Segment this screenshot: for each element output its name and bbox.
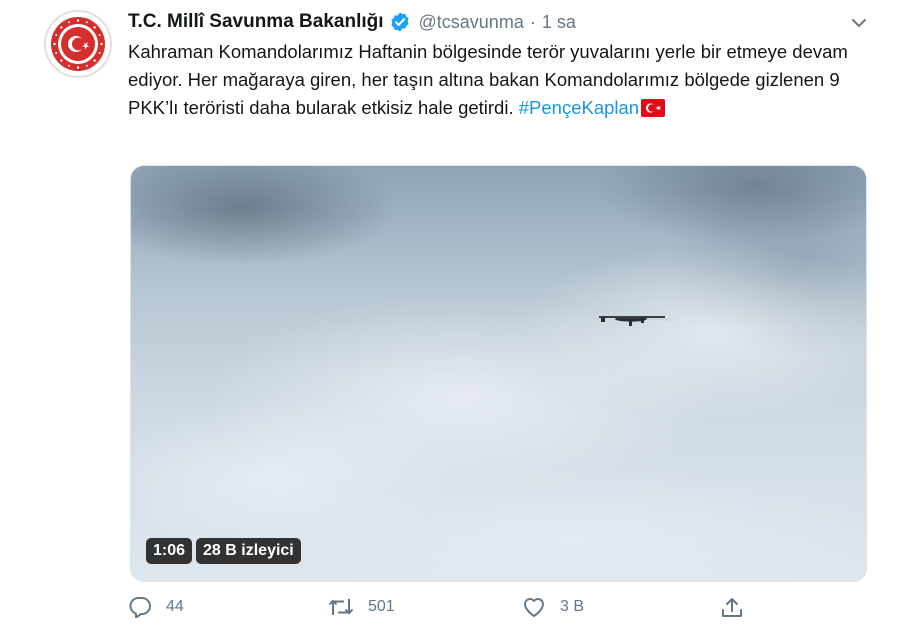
timestamp[interactable]: 1 sa	[542, 12, 576, 33]
drone-image	[593, 315, 673, 326]
chevron-down-icon[interactable]	[850, 14, 868, 37]
retweet-icon	[328, 599, 354, 615]
video-player[interactable]	[130, 165, 867, 582]
share-icon	[722, 598, 742, 617]
retweet-button[interactable]: 501	[328, 596, 395, 618]
verified-badge-icon	[389, 11, 411, 33]
retweet-count: 501	[368, 598, 395, 615]
separator-dot: ·	[529, 11, 536, 32]
reply-count: 44	[166, 598, 184, 615]
ministry-emblem-icon	[51, 17, 105, 71]
action-bar: 44 501 3 B	[128, 596, 768, 624]
tweet-text: Kahraman Komandolarımız Haftanin bölgesi…	[128, 38, 888, 125]
like-icon	[524, 598, 544, 617]
reply-icon	[129, 597, 151, 618]
like-button[interactable]: 3 B	[522, 596, 584, 618]
account-handle[interactable]: @tcsavunma	[419, 12, 524, 33]
hashtag-link[interactable]: #PençeKaplan	[519, 97, 639, 118]
avatar[interactable]	[44, 10, 112, 78]
share-button[interactable]	[720, 596, 744, 620]
like-count: 3 B	[560, 598, 585, 615]
tweet-header: T.C. Millî Savunma Bakanlığı @tcsavunma …	[128, 8, 884, 36]
video-duration: 1:06	[146, 538, 193, 564]
reply-button[interactable]: 44	[128, 596, 184, 618]
display-name[interactable]: T.C. Millî Savunma Bakanlığı	[128, 11, 384, 33]
turkey-flag-icon	[641, 97, 666, 125]
tweet-body: Kahraman Komandolarımız Haftanin bölgesi…	[128, 41, 848, 118]
view-count: 28 B izleyici	[196, 538, 301, 564]
video-info: 1:06 28 B izleyici	[146, 538, 301, 564]
